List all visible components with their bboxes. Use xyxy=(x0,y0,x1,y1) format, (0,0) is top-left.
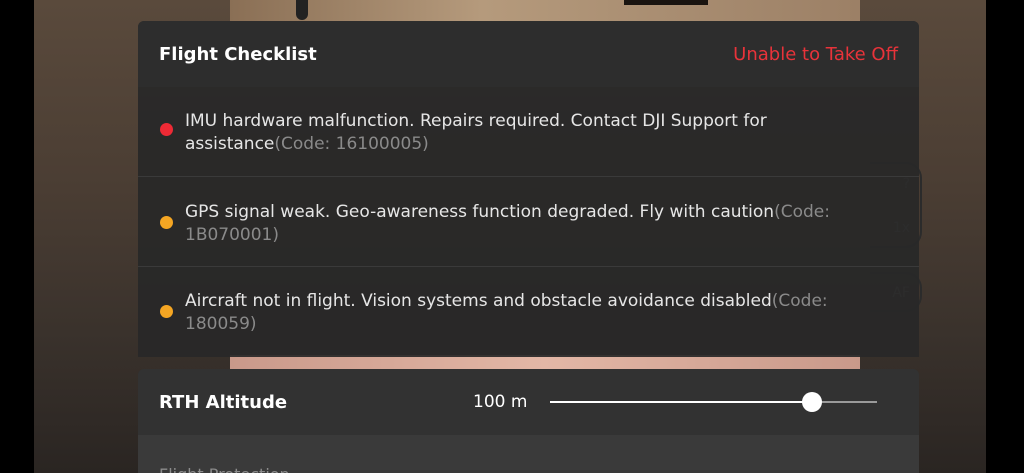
checklist-message: IMU hardware malfunction. Repairs requir… xyxy=(185,111,767,154)
rth-altitude-row: RTH Altitude 100 m xyxy=(138,369,919,435)
picture-frame-image xyxy=(624,0,708,5)
checklist-item[interactable]: Aircraft not in flight. Vision systems a… xyxy=(138,267,919,357)
camera-feed-bottom xyxy=(230,355,860,369)
checklist-message: Aircraft not in flight. Vision systems a… xyxy=(185,291,772,311)
slider-fill xyxy=(550,401,812,403)
rth-altitude-slider[interactable] xyxy=(550,392,877,412)
left-bezel xyxy=(0,0,34,473)
flight-protection-label: Flight Protection xyxy=(159,465,290,473)
checklist-item[interactable]: IMU hardware malfunction. Repairs requir… xyxy=(138,87,919,177)
checklist-code: (Code: 16100005) xyxy=(274,134,429,154)
checklist-message: GPS signal weak. Geo-awareness function … xyxy=(185,202,775,222)
flight-checklist-header: Flight Checklist Unable to Take Off xyxy=(138,21,919,87)
app-screen: ? 1x AF Flight Checklist Unable to Take … xyxy=(0,0,1024,473)
warning-status-dot-icon xyxy=(160,305,173,318)
checklist-item-text: GPS signal weak. Geo-awareness function … xyxy=(185,201,867,247)
flight-checklist-title: Flight Checklist xyxy=(159,43,317,65)
rth-altitude-label: RTH Altitude xyxy=(159,391,288,413)
flight-checklist-panel: Flight Checklist Unable to Take Off IMU … xyxy=(138,21,919,357)
checklist-item[interactable]: GPS signal weak. Geo-awareness function … xyxy=(138,177,919,267)
takeoff-status: Unable to Take Off xyxy=(733,43,898,65)
checklist-item-text: IMU hardware malfunction. Repairs requir… xyxy=(185,110,867,156)
error-status-dot-icon xyxy=(160,123,173,136)
lamp-image xyxy=(296,0,308,20)
camera-feed-top xyxy=(230,0,860,22)
rth-altitude-value: 100 m xyxy=(473,392,528,412)
checklist-item-text: Aircraft not in flight. Vision systems a… xyxy=(185,290,867,336)
slider-thumb[interactable] xyxy=(801,392,822,412)
flight-protection-row[interactable]: Flight Protection xyxy=(138,435,919,473)
right-bezel xyxy=(986,0,1024,473)
warning-status-dot-icon xyxy=(160,216,173,229)
